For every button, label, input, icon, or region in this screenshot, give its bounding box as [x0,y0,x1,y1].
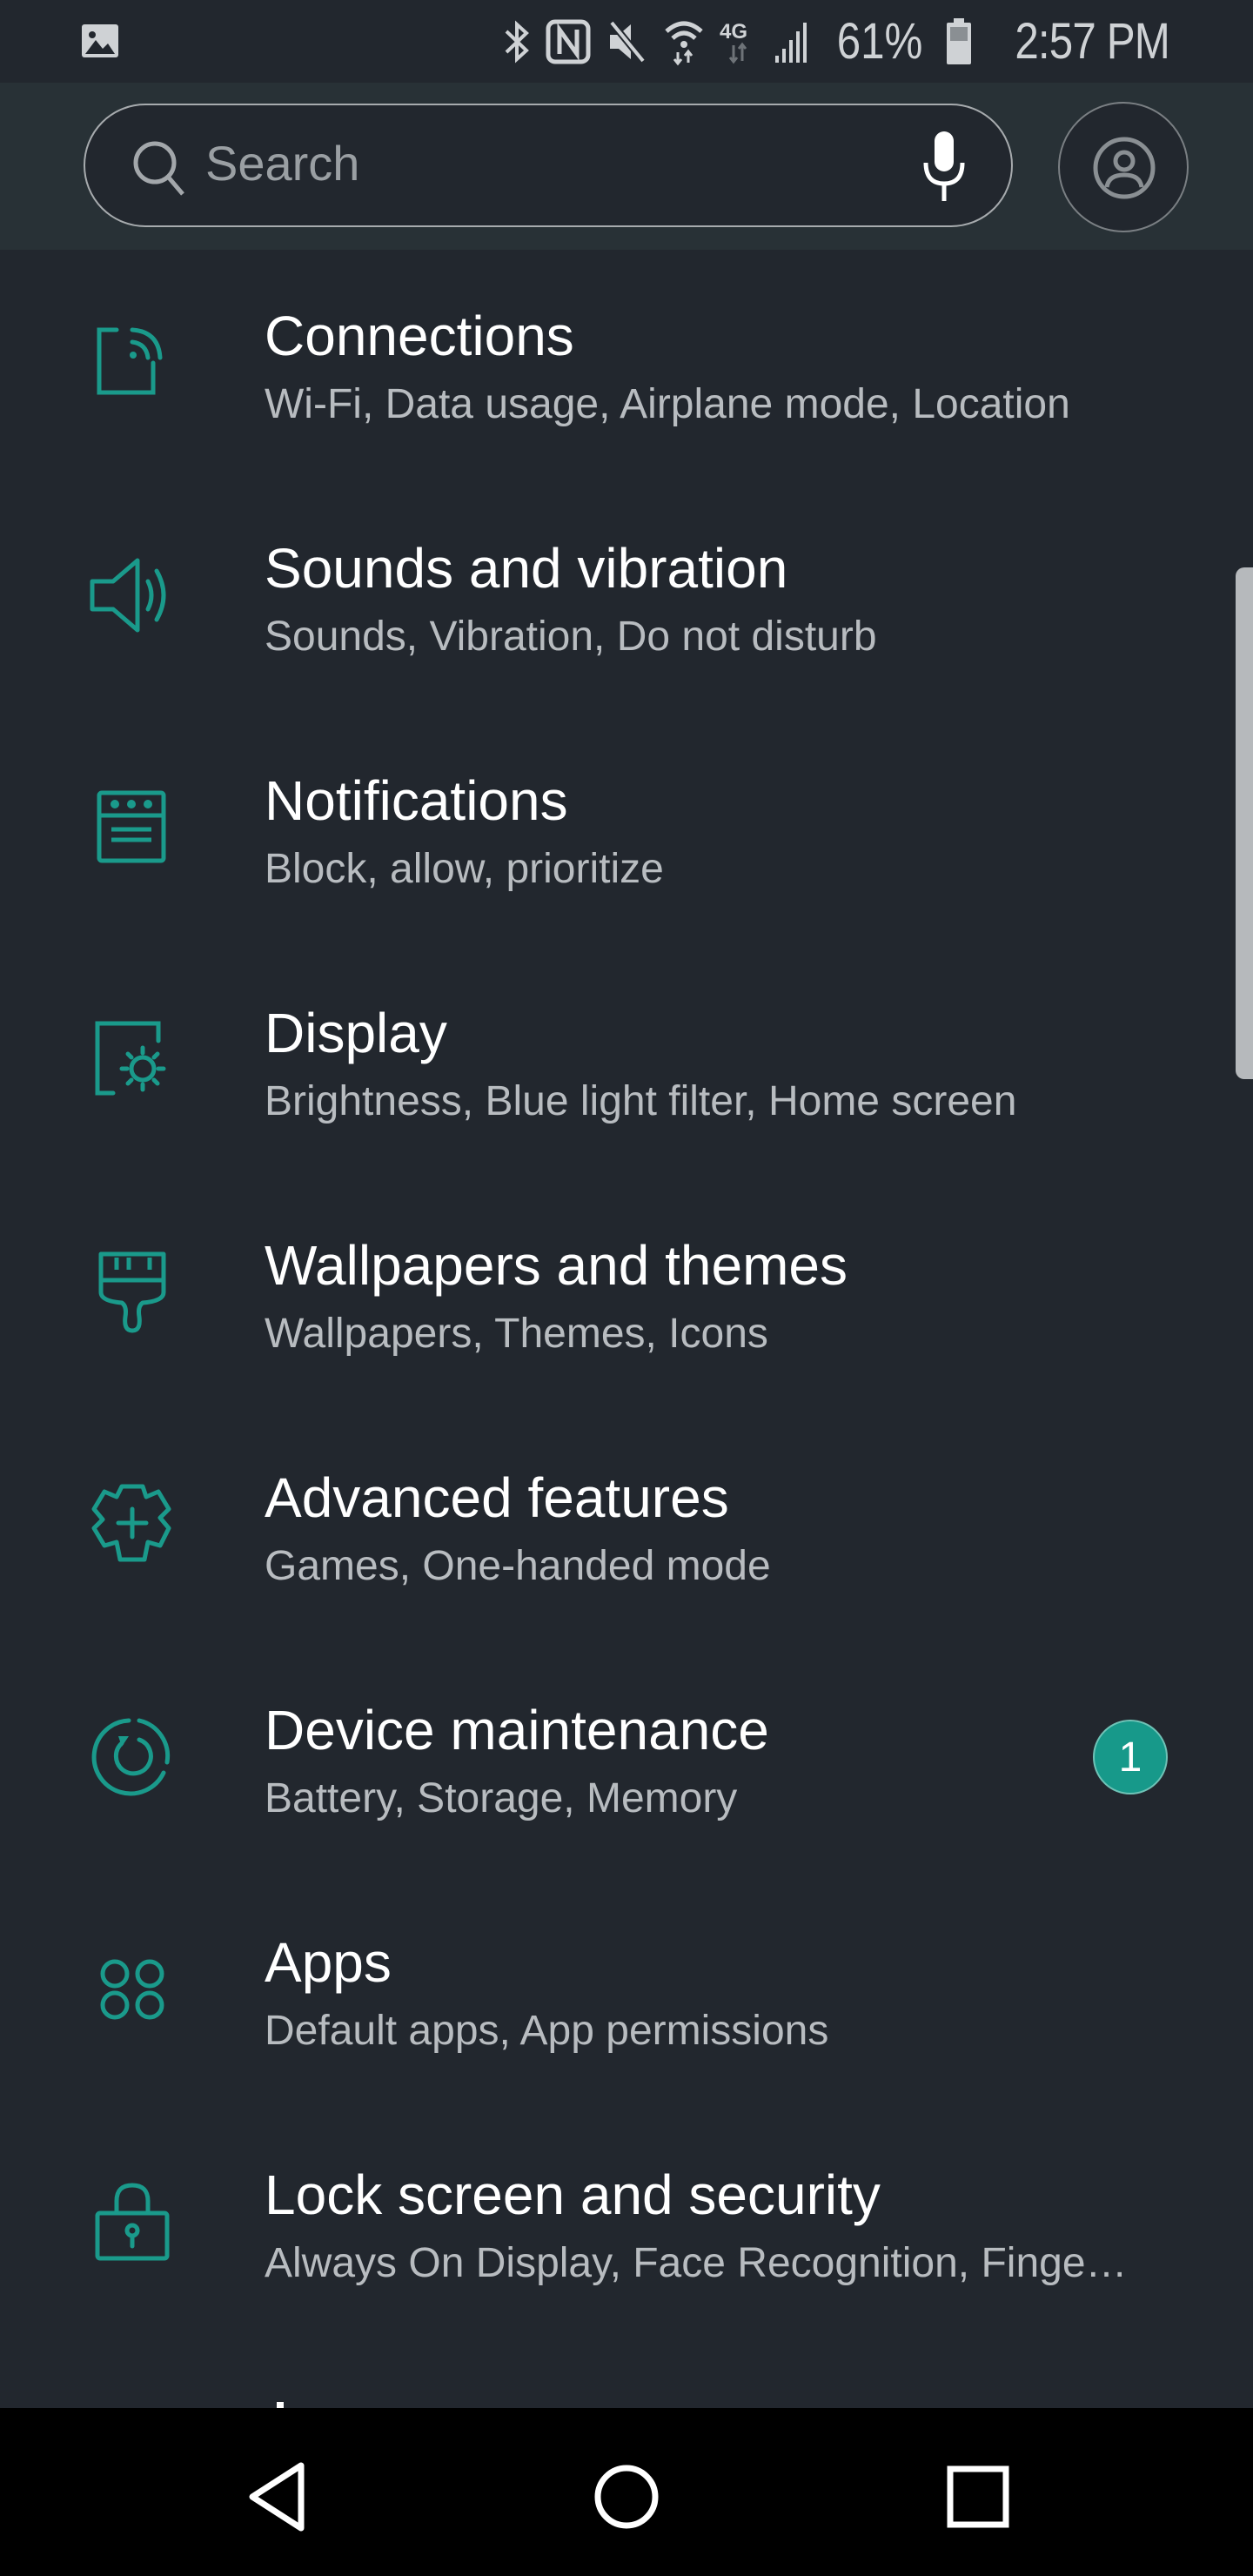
item-subtitle: Wallpapers, Themes, Icons [265,1311,768,1357]
settings-item-wallpapers-and-themes[interactable]: Wallpapers and themes Wallpapers, Themes… [0,1179,1253,1412]
lock-icon [95,2183,170,2261]
nfc-icon [546,19,591,64]
display-brightness-icon [95,1021,166,1096]
settings-item-display[interactable]: Display Brightness, Blue light filter, H… [0,947,1253,1179]
partial-item-icon-edge [277,2402,284,2408]
settings-list: Connections Wi-Fi, Data usage, Airplane … [0,250,1253,2341]
item-subtitle: Always On Display, Face Recognition, Fin… [265,2240,1128,2286]
4g-lte-icon: 4G [720,20,747,64]
mute-icon [608,19,647,64]
back-button[interactable] [235,2453,322,2540]
settings-item-apps[interactable]: Apps Default apps, App permissions [0,1876,1253,2109]
item-title: Apps [265,1931,392,1994]
bluetooth-icon [505,19,529,64]
speaker-icon [90,558,166,633]
item-subtitle: Block, allow, prioritize [265,846,664,892]
item-subtitle: Games, One-handed mode [265,1543,771,1589]
account-button[interactable] [1058,102,1189,232]
search-placeholder: Search [205,136,360,191]
battery-percent: 61% [836,13,923,70]
system-status-icons: 4G 61% 2:57 PM [504,9,1170,74]
gear-plus-icon [91,1484,171,1562]
settings-item-partial[interactable] [0,2341,1253,2408]
item-title: Display [265,1002,447,1064]
notification-badge: 1 [1093,1720,1168,1794]
item-subtitle: Sounds, Vibration, Do not disturb [265,614,877,660]
home-button[interactable] [583,2453,670,2540]
item-title: Wallpapers and themes [265,1234,848,1297]
navigation-bar [0,2408,1253,2576]
scrollbar[interactable] [1236,567,1253,1079]
item-title: Sounds and vibration [265,537,788,600]
clock: 2:57 PM [1015,13,1170,70]
item-title: Notifications [265,769,568,832]
paintbrush-icon [98,1251,166,1333]
mic-icon[interactable] [914,130,975,203]
notifications-icon [97,790,166,863]
account-icon [1093,137,1156,199]
settings-item-advanced-features[interactable]: Advanced features Games, One-handed mode [0,1412,1253,1644]
item-subtitle: Wi-Fi, Data usage, Airplane mode, Locati… [265,381,1070,427]
signal-icon [774,22,807,63]
item-subtitle: Battery, Storage, Memory [265,1775,738,1821]
wifi-icon [665,21,703,65]
settings-item-notifications[interactable]: Notifications Block, allow, prioritize [0,714,1253,947]
search-icon [133,141,184,196]
gallery-icon [82,24,118,57]
settings-item-lock-screen-and-security[interactable]: Lock screen and security Always On Displ… [0,2109,1253,2341]
settings-item-connections[interactable]: Connections Wi-Fi, Data usage, Airplane … [0,250,1253,482]
item-subtitle: Default apps, App permissions [265,2008,829,2054]
item-title: Advanced features [265,1466,729,1529]
item-title: Lock screen and security [265,2163,881,2226]
settings-item-sounds-and-vibration[interactable]: Sounds and vibration Sounds, Vibration, … [0,482,1253,714]
search-input[interactable]: Search [84,104,1013,227]
search-header: Search [0,83,1253,250]
item-title: Device maintenance [265,1699,769,1761]
item-subtitle: Brightness, Blue light filter, Home scre… [265,1078,1017,1124]
battery-icon [947,17,971,64]
item-title: Connections [265,305,574,367]
device-maintenance-icon [91,1718,171,1796]
status-bar: 4G 61% 2:57 PM [0,0,1253,83]
svg-text:4G: 4G [720,20,747,44]
apps-grid-icon [100,1959,164,2020]
settings-item-device-maintenance[interactable]: Device maintenance Battery, Storage, Mem… [0,1644,1253,1876]
recent-apps-button[interactable] [935,2453,1022,2540]
connections-icon [97,327,163,395]
